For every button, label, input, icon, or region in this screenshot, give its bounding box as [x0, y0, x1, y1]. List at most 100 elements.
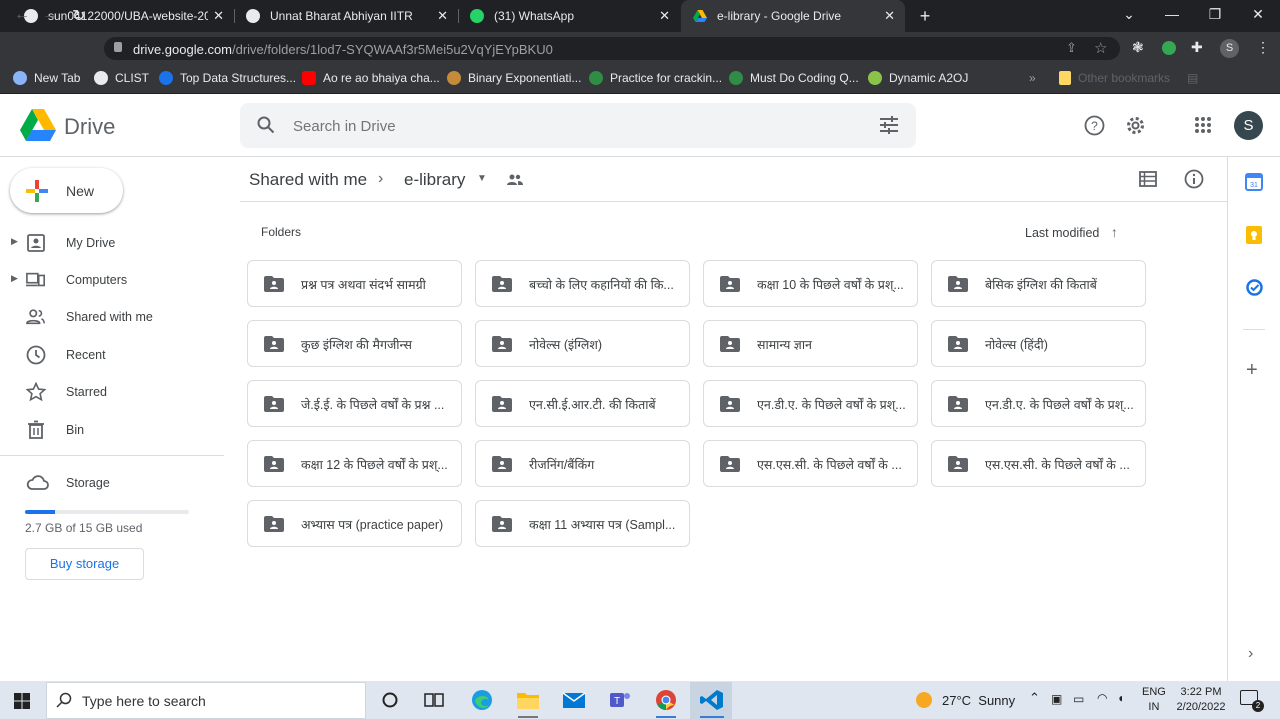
folder-item[interactable]: सामान्य ज्ञान: [703, 320, 918, 367]
get-addons-plus-icon[interactable]: +: [1246, 359, 1258, 382]
url-text[interactable]: drive.google.com/drive/folders/1lod7-SYQ…: [133, 42, 553, 57]
browser-tab[interactable]: Unnat Bharat Abhiyan IITR ✕: [234, 0, 458, 32]
tab-search-icon[interactable]: ⌄: [1117, 6, 1141, 23]
puzzle-icon[interactable]: ✚: [1191, 39, 1203, 56]
show-hidden-icons-chevron-icon[interactable]: ⌃: [1029, 690, 1040, 706]
folder-item[interactable]: रीजनिंग/बैंकिंग: [475, 440, 690, 487]
forward-icon[interactable]: →: [42, 6, 58, 24]
bookmark-item[interactable]: Practice for crackin...: [589, 71, 722, 85]
bookmarks-overflow-icon[interactable]: »: [1029, 71, 1036, 85]
sidebar-item-recent[interactable]: Recent: [0, 339, 224, 371]
settings-gear-icon[interactable]: [1125, 115, 1146, 136]
bookmark-item[interactable]: Dynamic A2OJ: [868, 71, 968, 85]
sidebar-item-shared-with-me[interactable]: Shared with me: [0, 301, 224, 333]
shared-folder-icon[interactable]: [507, 174, 523, 186]
account-avatar[interactable]: S: [1234, 111, 1263, 140]
folder-item[interactable]: कुछ इंग्लिश की मैगजीन्स: [247, 320, 462, 367]
expand-arrow-icon[interactable]: ▶: [11, 236, 18, 247]
extension-icon[interactable]: ❃: [1132, 39, 1144, 56]
breadcrumb-current[interactable]: e-library: [404, 170, 465, 190]
info-icon[interactable]: [1184, 169, 1204, 189]
bookmark-item[interactable]: Must Do Coding Q...: [729, 71, 859, 85]
folder-item[interactable]: बेसिक इंग्लिश की किताबें: [931, 260, 1146, 307]
folder-item[interactable]: नोवेल्स (इंग्लिश): [475, 320, 690, 367]
browser-tab[interactable]: (31) WhatsApp ✕: [458, 0, 680, 32]
close-tab-icon[interactable]: ✕: [437, 8, 448, 24]
folder-menu-dropdown-icon[interactable]: ▼: [477, 173, 487, 184]
sort-by-button[interactable]: Last modified ↑: [1025, 224, 1118, 240]
close-window-icon[interactable]: ✕: [1246, 6, 1270, 23]
bookmark-item[interactable]: Binary Exponentiati...: [447, 71, 581, 85]
folder-item[interactable]: प्रश्न पत्र अथवा संदर्भ सामग्री: [247, 260, 462, 307]
reading-list-icon[interactable]: ▤: [1187, 71, 1198, 85]
bookmark-item[interactable]: New Tab: [13, 71, 80, 85]
folder-item[interactable]: अभ्यास पत्र (practice paper): [247, 500, 462, 547]
task-view-icon[interactable]: [422, 689, 446, 711]
new-tab-button[interactable]: +: [914, 6, 936, 27]
folder-item[interactable]: कक्षा 11 अभ्यास पत्र (Sampl...: [475, 500, 690, 547]
close-tab-icon[interactable]: ✕: [884, 8, 895, 24]
weather-widget[interactable]: 27°C Sunny: [942, 693, 1015, 708]
wifi-icon[interactable]: ◠: [1097, 691, 1107, 705]
buy-storage-button[interactable]: Buy storage: [25, 548, 144, 580]
meet-now-icon[interactable]: ▣: [1051, 692, 1062, 706]
weather-sun-icon[interactable]: [916, 692, 932, 708]
google-drive-logo[interactable]: [20, 109, 56, 141]
cortana-icon[interactable]: [378, 689, 402, 711]
close-tab-icon[interactable]: ✕: [213, 8, 224, 24]
google-apps-icon[interactable]: [1195, 117, 1211, 133]
show-side-panel-chevron-icon[interactable]: ›: [1248, 645, 1253, 663]
expand-arrow-icon[interactable]: ▶: [11, 273, 18, 284]
tasks-icon[interactable]: [1246, 279, 1263, 296]
help-icon[interactable]: ?: [1084, 115, 1105, 136]
bookmark-item[interactable]: CLIST: [94, 71, 149, 85]
folder-item[interactable]: कक्षा 12 के पिछले वर्षों के प्रश्...: [247, 440, 462, 487]
system-clock[interactable]: 3:22 PM 2/20/2022: [1172, 685, 1230, 715]
breadcrumb-parent[interactable]: Shared with me: [249, 170, 367, 190]
search-options-icon[interactable]: [879, 116, 899, 134]
restore-icon[interactable]: ❐: [1203, 6, 1227, 23]
folder-item[interactable]: एस.एस.सी. के पिछले वर्षों के ...: [931, 440, 1146, 487]
minimize-icon[interactable]: —: [1160, 6, 1184, 22]
extension-icon[interactable]: [1162, 41, 1176, 55]
close-tab-icon[interactable]: ✕: [659, 8, 670, 24]
share-icon[interactable]: ⇪: [1066, 40, 1077, 56]
sidebar-item-starred[interactable]: Starred: [0, 376, 224, 408]
folder-item[interactable]: कक्षा 10 के पिछले वर्षों के प्रश्...: [703, 260, 918, 307]
battery-icon[interactable]: ▭: [1073, 692, 1084, 706]
keep-icon[interactable]: [1246, 226, 1262, 244]
bookmark-item[interactable]: Top Data Structures...: [159, 71, 296, 85]
vscode-icon[interactable]: [700, 689, 724, 711]
folder-item[interactable]: एन.डी.ए. के पिछले वर्षों के प्रश्...: [931, 380, 1146, 427]
app-title[interactable]: Drive: [64, 114, 115, 140]
folder-item[interactable]: नोवेल्स (हिंदी): [931, 320, 1146, 367]
folder-item[interactable]: एन.सी.ई.आर.टी. की किताबें: [475, 380, 690, 427]
new-button[interactable]: New: [10, 168, 123, 213]
sort-direction-up-icon[interactable]: ↑: [1111, 224, 1118, 240]
profile-avatar[interactable]: S: [1220, 39, 1239, 58]
edge-icon[interactable]: [470, 689, 494, 711]
browser-tab-active[interactable]: e-library - Google Drive ✕: [681, 0, 905, 32]
back-icon[interactable]: ←: [14, 6, 30, 24]
sidebar-item-my-drive[interactable]: ▶ My Drive: [0, 227, 224, 259]
windows-start-icon[interactable]: [14, 693, 30, 709]
teams-icon[interactable]: T: [608, 689, 632, 711]
folder-item[interactable]: एस.एस.सी. के पिछले वर्षों के ...: [703, 440, 918, 487]
browser-menu-icon[interactable]: ⋮: [1256, 39, 1270, 56]
other-bookmarks[interactable]: Other bookmarks: [1059, 71, 1170, 85]
bookmark-star-icon[interactable]: ☆: [1094, 39, 1107, 57]
reload-icon[interactable]: ↻: [72, 6, 85, 26]
input-language[interactable]: ENG IN: [1142, 685, 1166, 715]
search-icon[interactable]: [257, 116, 275, 134]
search-input[interactable]: [293, 116, 853, 136]
mail-icon[interactable]: [562, 689, 586, 711]
sidebar-item-computers[interactable]: ▶ Computers: [0, 264, 224, 296]
calendar-icon[interactable]: 31: [1245, 173, 1263, 191]
file-explorer-icon[interactable]: [516, 689, 540, 711]
chrome-icon[interactable]: [654, 689, 678, 711]
bookmark-item[interactable]: Ao re ao bhaiya cha...: [302, 71, 440, 85]
sidebar-item-storage[interactable]: Storage: [0, 467, 224, 499]
sidebar-item-bin[interactable]: Bin: [0, 414, 224, 446]
list-view-icon[interactable]: [1139, 171, 1157, 187]
folder-item[interactable]: बच्चो के लिए कहानियों की कि...: [475, 260, 690, 307]
